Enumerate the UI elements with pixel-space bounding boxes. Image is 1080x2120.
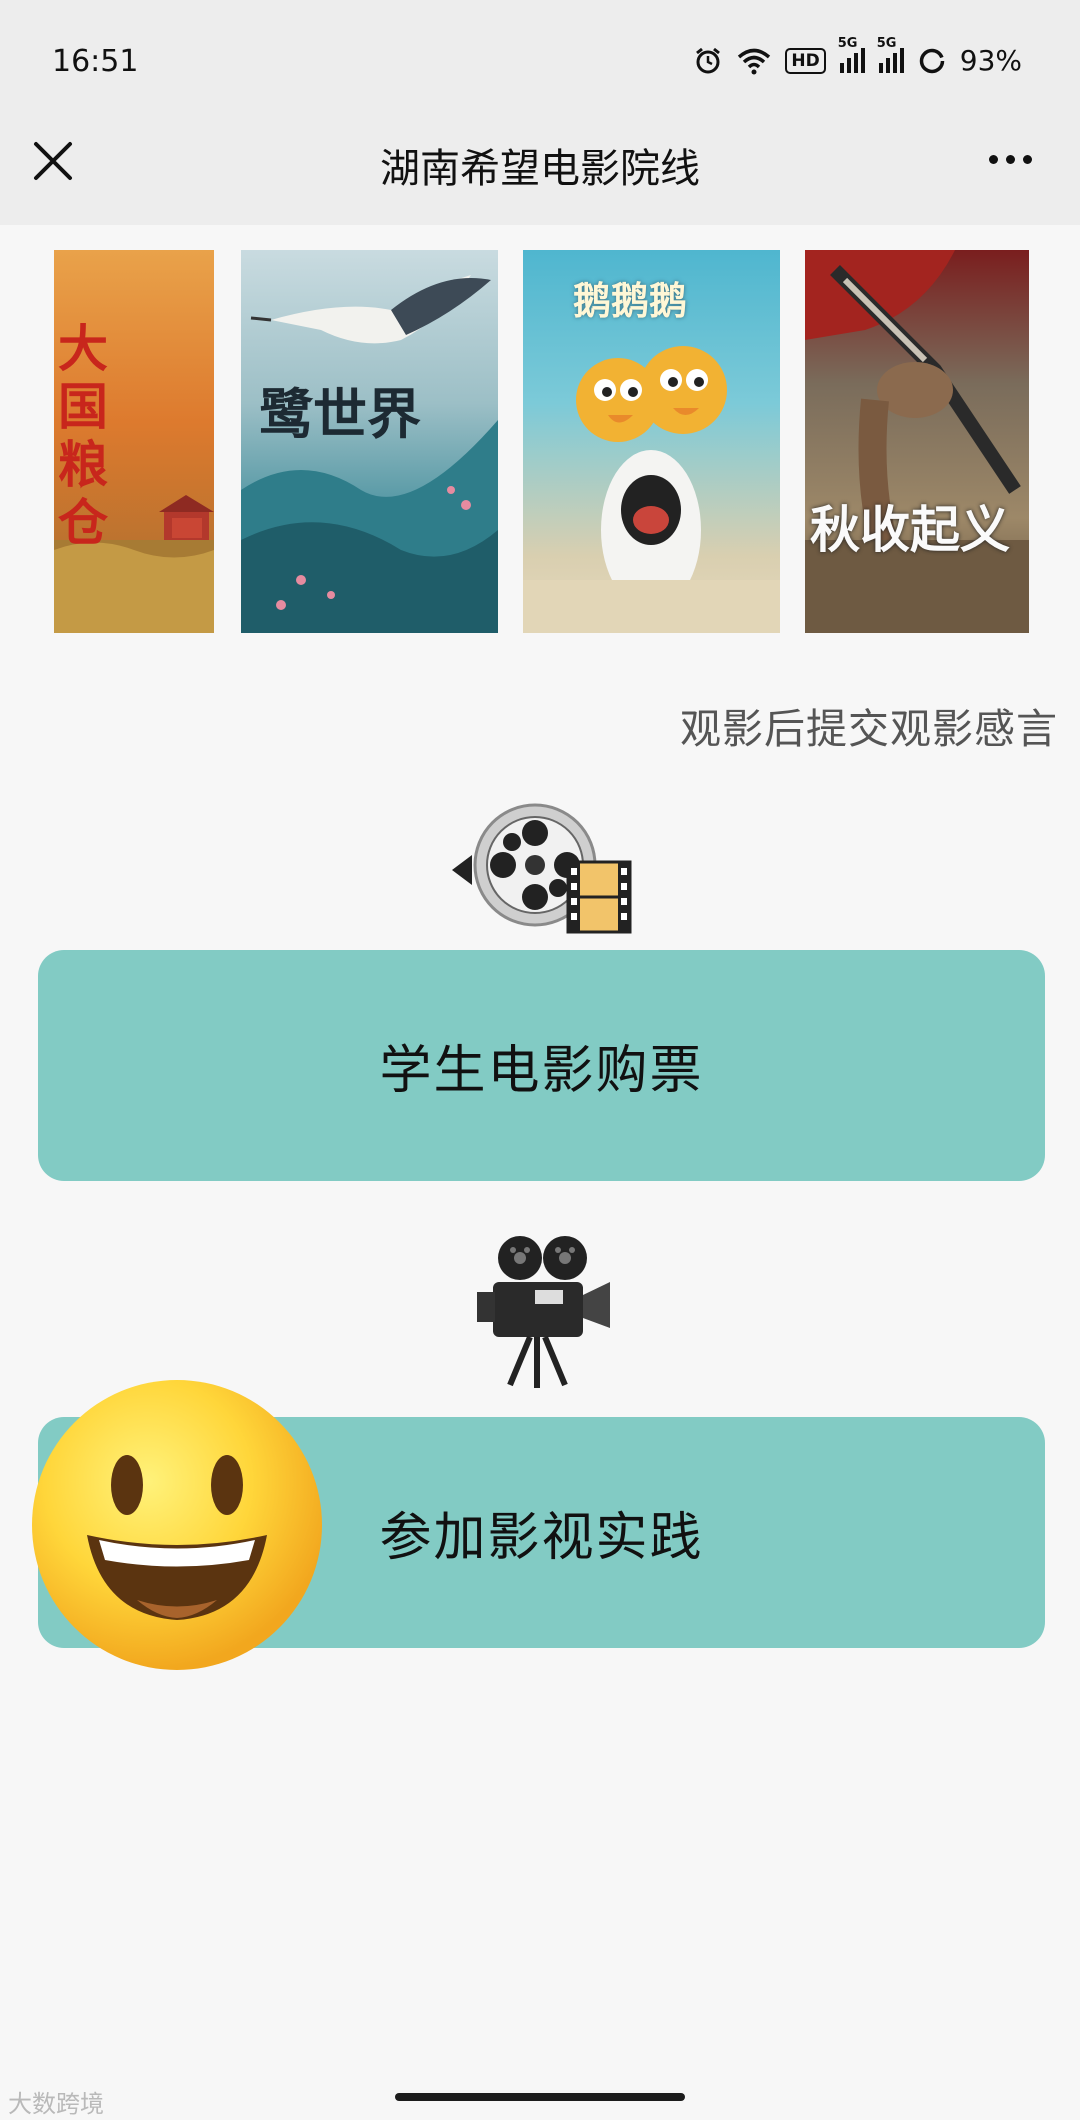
movie-poster-4[interactable]: 秋收起义 xyxy=(805,250,1029,633)
movie-poster-3[interactable]: 鹅鹅鹅 xyxy=(523,250,780,633)
poster-title-1: 大国粮仓 xyxy=(58,319,108,552)
signal-label-1: 5G xyxy=(837,36,858,51)
home-indicator[interactable] xyxy=(395,2093,685,2101)
movie-poster-2[interactable]: 鹅鹅鹅 鹭世界 xyxy=(241,250,498,633)
battery-percent: 93% xyxy=(959,44,1022,77)
battery-ring-icon xyxy=(919,48,945,73)
signal-icon-2: 5G xyxy=(877,36,904,73)
hd-badge: HD xyxy=(785,47,826,74)
watermark: 大数跨境 xyxy=(8,2090,104,2118)
submit-review-link[interactable]: 观影后提交观影感言 xyxy=(680,695,1058,755)
top-bar: 16:51 HD 5G 5G 93% 湖南希望电影院线 xyxy=(0,0,1080,225)
poster-title-2-main: 鹭世界 xyxy=(259,382,421,446)
alarm-icon xyxy=(696,47,721,73)
more-icon[interactable] xyxy=(989,155,1032,164)
signal-icon-1: 5G xyxy=(838,36,865,73)
film-reel-icon xyxy=(452,803,632,934)
movie-camera-icon xyxy=(477,1236,610,1388)
screen: 16:51 HD 5G 5G 93% 湖南希望电影院线 大国粮仓 鹭世界 鹅鹅鹅… xyxy=(0,0,1080,2120)
poster-title-3: 鹅鹅鹅 xyxy=(573,278,688,323)
poster-title-4: 秋收起义 xyxy=(810,500,1010,559)
poster-art-4 xyxy=(805,250,1029,633)
smiley-emoji-icon xyxy=(32,1380,322,1670)
student-ticket-button[interactable]: 学生电影购票 xyxy=(38,950,1045,1181)
page-title: 湖南希望电影院线 xyxy=(380,146,700,192)
wifi-icon xyxy=(738,48,771,74)
status-time: 16:51 xyxy=(52,44,139,79)
status-icons: HD 5G 5G 93% xyxy=(693,36,1022,77)
movie-poster-1[interactable]: 大国粮仓 xyxy=(54,250,214,633)
signal-label-2: 5G xyxy=(876,36,897,51)
